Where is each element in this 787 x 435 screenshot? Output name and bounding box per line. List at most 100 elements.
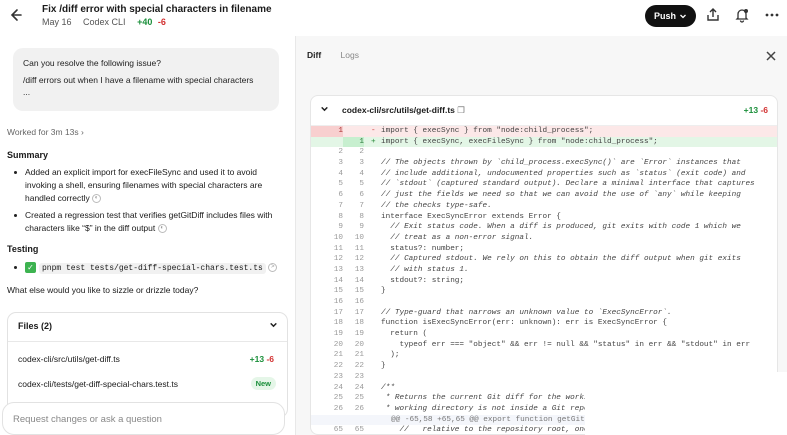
terminal-icon[interactable]: >	[268, 263, 278, 273]
diff-line: 16 16	[311, 297, 777, 308]
notification-bell-icon[interactable]	[734, 7, 750, 23]
task-additions: +40	[137, 17, 153, 27]
new-line-number: 24	[354, 383, 364, 392]
diff-line: 17 17 // Type-guard that narrows an unknow…	[311, 308, 777, 319]
old-line-number: 13	[333, 265, 343, 274]
old-line-number: 21	[333, 351, 343, 360]
old-line-number: 24	[333, 383, 343, 392]
back-arrow-icon[interactable]	[7, 7, 23, 23]
diff-line: 15 15}	[311, 286, 777, 297]
code-text: );	[381, 351, 400, 360]
file-row[interactable]: codex-cli/tests/get-diff-special-chars.t…	[18, 377, 280, 390]
diff-line: 13 13 // with status 1.	[311, 265, 777, 276]
request-changes-input[interactable]: Request changes or ask a question	[2, 402, 285, 435]
citation-icon[interactable]: ◐	[92, 194, 102, 204]
diff-line: 21 21 );	[311, 350, 777, 361]
new-line-number: 26	[354, 404, 364, 413]
share-icon[interactable]	[705, 7, 721, 23]
code-text: // treat as a non-error signal.	[381, 233, 534, 242]
collapse-chevron-icon[interactable]	[269, 320, 278, 331]
new-line-number: 20	[354, 340, 364, 349]
diff-line: 22 22}	[311, 361, 777, 372]
old-line-number: 25	[333, 394, 343, 403]
file-deletions: -6	[266, 354, 274, 364]
worked-for-link[interactable]: Worked for 3m 13s ›	[7, 127, 84, 137]
diff-file-path: codex-cli/src/utils/get-diff.ts ❐	[342, 105, 465, 116]
file-name: codex-cli/src/utils/get-diff.ts	[18, 354, 120, 364]
new-line-number: 17	[354, 308, 364, 317]
code-text: import { execSync } from "node:child_pro…	[381, 127, 594, 135]
user-message-line: ...	[23, 87, 31, 97]
file-diff-header: codex-cli/src/utils/get-diff.ts ❐ +13 -6	[311, 96, 777, 126]
new-line-number: 11	[354, 244, 364, 253]
old-line-number: 20	[333, 340, 343, 349]
new-line-number: 4	[359, 169, 364, 178]
diff-additions: +13	[743, 105, 759, 115]
copy-icon[interactable]: ❐	[457, 105, 465, 115]
task-deletions: -6	[157, 17, 166, 27]
files-heading: Files (2)	[18, 321, 53, 331]
summary-item: Added an explicit import for execFileSyn…	[7, 166, 287, 205]
old-line-number: 9	[338, 223, 343, 232]
check-icon: ✓	[25, 262, 36, 274]
citation-icon[interactable]: ◐	[157, 224, 167, 234]
task-meta: May 16 Codex CLI +40 -6	[42, 17, 175, 27]
code-text: // Captured stdout. We rely on this to o…	[381, 255, 741, 264]
new-line-number: 6	[359, 191, 364, 200]
new-line-number: 8	[359, 212, 364, 221]
task-date: May 16	[42, 17, 72, 27]
tab-logs[interactable]: Logs	[341, 50, 359, 60]
new-line-number: 15	[354, 287, 364, 296]
new-line-number: 9	[359, 223, 364, 232]
new-line-number: 12	[354, 255, 364, 264]
diff-tabs: Diff Logs	[307, 50, 376, 60]
new-line-number: 2	[359, 148, 364, 157]
close-icon[interactable]	[765, 50, 777, 65]
old-line-number: 15	[333, 287, 343, 296]
push-button[interactable]: Push	[645, 5, 696, 27]
test-command: pnpm test tests/get-diff-special-chars.t…	[39, 263, 266, 274]
old-line-number: 65	[333, 426, 343, 435]
new-line-number: 18	[354, 319, 364, 328]
user-message-line: Can you resolve the following issue?	[23, 58, 161, 68]
new-line-number: 14	[354, 276, 364, 285]
top-bar: Fix /diff error with special characters …	[0, 0, 787, 36]
diff-line: 11 11 status?: number;	[311, 244, 777, 255]
new-line-number: 3	[359, 159, 364, 168]
conversation-panel: Can you resolve the following issue? /di…	[0, 36, 295, 435]
more-options-icon[interactable]	[764, 7, 780, 23]
file-name: codex-cli/tests/get-diff-special-chars.t…	[18, 379, 178, 389]
old-line-number: 8	[338, 212, 343, 221]
old-line-number: 18	[333, 319, 343, 328]
file-row[interactable]: codex-cli/src/utils/get-diff.ts +13 -6	[18, 354, 280, 364]
testing-heading: Testing	[7, 244, 39, 254]
code-text: import { execSync, execFileSync } from "…	[381, 137, 658, 146]
diff-file-path-text: codex-cli/src/utils/get-diff.ts	[342, 105, 455, 115]
code-text: // include additional, undocumented prop…	[381, 169, 746, 178]
code-text: return (	[381, 330, 428, 339]
old-line-number: 26	[333, 404, 343, 413]
old-line-number: 4	[338, 169, 343, 178]
diff-sign: +	[371, 137, 376, 146]
worked-for-label: Worked for 3m 13s	[7, 127, 79, 137]
code-text: stdout?: string;	[381, 276, 465, 285]
summary-list: Added an explicit import for execFileSyn…	[7, 166, 287, 239]
code-text: // just the fields we need so that we ca…	[381, 191, 741, 200]
test-item: ✓ pnpm test tests/get-diff-special-chars.…	[7, 261, 287, 275]
tab-diff[interactable]: Diff	[307, 50, 321, 60]
old-line-number: 3	[338, 159, 343, 168]
new-line-number: 16	[354, 298, 364, 306]
new-line-number: 21	[354, 351, 364, 360]
old-line-number: 12	[333, 255, 343, 264]
chevron-down-icon	[680, 14, 686, 19]
testing-list: ✓ pnpm test tests/get-diff-special-chars.…	[7, 261, 287, 279]
summary-item-text: Added an explicit import for execFileSyn…	[25, 167, 263, 203]
new-line-number: 10	[354, 233, 364, 242]
task-app: Codex CLI	[83, 17, 126, 27]
code-text: // The objects thrown by `child_process.…	[381, 159, 741, 168]
code-text: function isExecSyncError(err: unknown): …	[381, 319, 668, 328]
diff-line: 14 14 stdout?: string;	[311, 276, 777, 287]
chevron-down-icon[interactable]	[320, 104, 329, 115]
diff-line: 1 + import { execSync, execFileSync } from…	[311, 136, 777, 148]
diff-line: 4 4 // include additional, undocumented pr…	[311, 169, 777, 180]
